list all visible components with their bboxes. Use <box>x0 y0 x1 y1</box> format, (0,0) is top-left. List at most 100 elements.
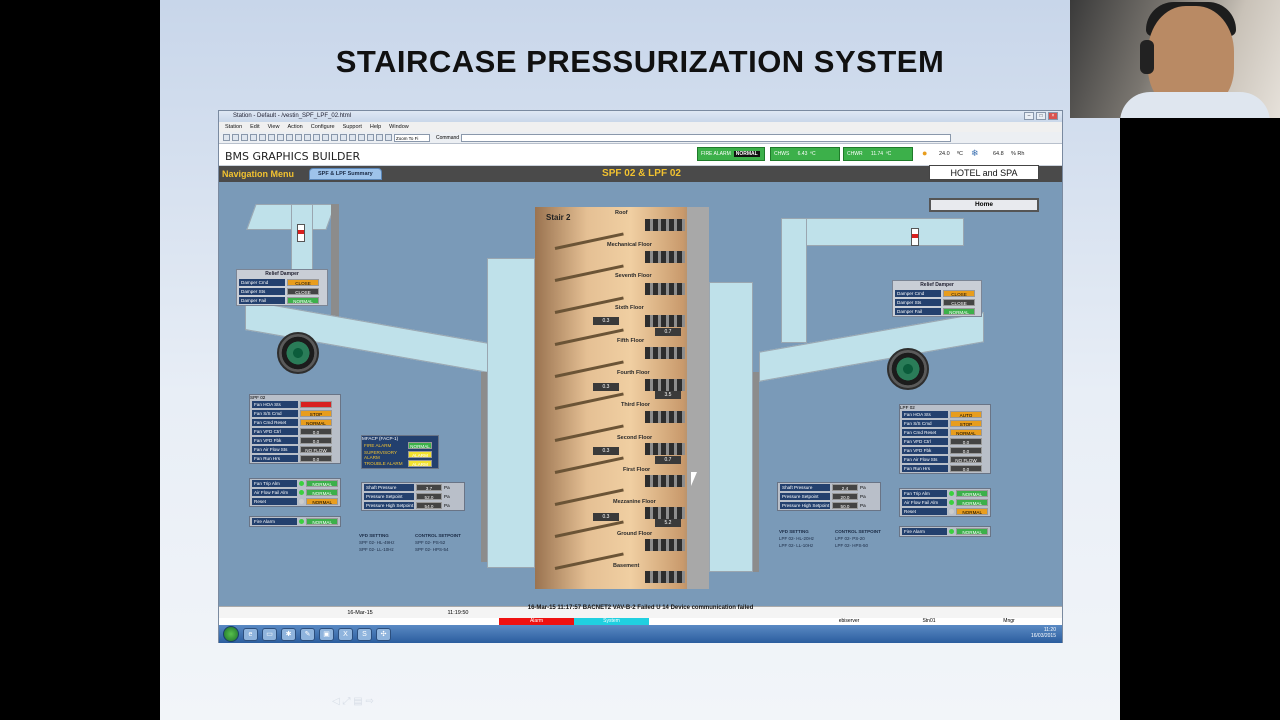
menu-support[interactable]: Support <box>343 122 362 132</box>
chws-indicator[interactable]: CHWS 6.43 ºC <box>770 147 840 161</box>
hotel-button[interactable]: HOTEL and SPA <box>929 165 1039 180</box>
forward-icon[interactable] <box>241 134 248 141</box>
panel-row[interactable]: Fire Alarm NORMAL <box>900 527 990 536</box>
panel-row[interactable]: Fan VFD Ctrl 0.0 <box>250 427 340 436</box>
alarm-category[interactable]: Alarm <box>499 618 574 625</box>
print-icon[interactable] <box>268 134 275 141</box>
maximize-button[interactable]: □ <box>1036 112 1046 120</box>
grid-icon[interactable] <box>322 134 329 141</box>
fire-alarm-indicator[interactable]: FIRE ALARM NORMAL <box>697 147 765 161</box>
pen-icon[interactable]: ✎ <box>300 627 315 641</box>
panel-row[interactable]: Damper Fail NORMAL <box>893 307 981 316</box>
pressure-sensor-fourth-right[interactable]: 3.5 <box>655 391 681 399</box>
row-value[interactable]: 52.0 <box>416 493 442 500</box>
panel-row[interactable]: Damper Sts CLOSE <box>237 287 327 296</box>
row-value[interactable]: 20.0 <box>832 493 858 500</box>
taskbar-clock[interactable]: 11:20 16/03/2015 <box>1031 627 1056 639</box>
cut-icon[interactable] <box>277 134 284 141</box>
panel-row[interactable]: Fan Cmd Reset NORMAL <box>900 428 990 437</box>
refresh-icon[interactable] <box>250 134 257 141</box>
panel-row[interactable]: Pressure High Setpoint 50.0 Pa <box>778 501 880 510</box>
panel-row[interactable]: Fan Air Flow Sts NO FLOW <box>900 455 990 464</box>
menu-view[interactable]: View <box>268 122 280 132</box>
home-icon[interactable] <box>223 134 230 141</box>
panel-row[interactable]: Fan Run Hrs 0.0 <box>900 464 990 473</box>
ie-icon[interactable]: e <box>243 627 258 641</box>
down-arrow-icon[interactable] <box>349 134 356 141</box>
panel-row[interactable]: Shaft Pressure 3.7 Pa <box>362 483 464 492</box>
up-arrow-icon[interactable] <box>340 134 347 141</box>
panel-row[interactable]: Fan S/S Cmd STOP <box>900 419 990 428</box>
zoom-select[interactable]: Zoom To Fi <box>394 133 430 142</box>
chwr-indicator[interactable]: CHWR 11.74 ºC <box>843 147 913 161</box>
panel-row[interactable]: Reset NORMAL <box>250 497 340 506</box>
copy-icon[interactable] <box>286 134 293 141</box>
row-value[interactable]: 50.0 <box>832 502 858 509</box>
system-category[interactable]: System <box>574 618 649 625</box>
row-value[interactable]: NORMAL <box>306 498 338 505</box>
pressure-sensor-fourth[interactable]: 0.3 <box>593 383 619 391</box>
start-button[interactable] <box>223 626 239 642</box>
panel-row[interactable]: Fire Alarm NORMAL <box>250 517 340 526</box>
delete-icon[interactable] <box>367 134 374 141</box>
row-value[interactable]: CLOSE <box>287 279 319 286</box>
panel-row[interactable]: Fan VFD Fbk 0.0 <box>900 446 990 455</box>
pressure-sensor-mezzanine-right[interactable]: 5.2 <box>655 519 681 527</box>
redo-icon[interactable] <box>313 134 320 141</box>
panel-row[interactable]: Fan VFD Ctrl 0.0 <box>900 437 990 446</box>
panel-row[interactable]: Fan Trip Alm NORMAL <box>900 489 990 498</box>
folder-icon[interactable]: ▭ <box>262 627 277 641</box>
menu-window[interactable]: Window <box>389 122 409 132</box>
panel-row[interactable]: Reset NORMAL <box>900 507 990 516</box>
minimize-button[interactable]: – <box>1024 112 1034 120</box>
panel-row[interactable]: Fan Run Hrs 0.0 <box>250 454 340 463</box>
panel-row[interactable]: Pressure High Setpoint 54.0 Pa <box>362 501 464 510</box>
excel-icon[interactable]: X <box>338 627 353 641</box>
panel-row[interactable]: Fan HOA Sts <box>250 400 340 409</box>
alarm-bell-icon[interactable] <box>385 134 392 141</box>
pressure-sensor-mezzanine[interactable]: 0.3 <box>593 513 619 521</box>
row-value[interactable]: STOP <box>300 410 332 417</box>
right-relief-damper-icon[interactable] <box>911 228 919 246</box>
row-value[interactable]: 0.0 <box>300 428 332 435</box>
panel-row[interactable]: Damper Cmd CLOSE <box>237 278 327 287</box>
terminal-icon[interactable]: ▣ <box>319 627 334 641</box>
panel-row[interactable]: TROUBLE ALARM ALARM <box>362 459 438 468</box>
menu-action[interactable]: Action <box>287 122 302 132</box>
panel-row[interactable]: Pressure Setpoint 52.0 Pa <box>362 492 464 501</box>
row-value[interactable]: NORMAL <box>950 429 982 436</box>
save-icon[interactable] <box>259 134 266 141</box>
menu-configure[interactable]: Configure <box>311 122 335 132</box>
pressure-sensor-sixth[interactable]: 0.3 <box>593 317 619 325</box>
panel-row[interactable]: Fan Trip Alm NORMAL <box>250 479 340 488</box>
close-button[interactable]: × <box>1048 112 1058 120</box>
panel-row[interactable]: Damper Fail NORMAL <box>237 296 327 305</box>
panel-row[interactable]: Shaft Pressure 2.4 Pa <box>778 483 880 492</box>
undo-icon[interactable] <box>304 134 311 141</box>
panel-row[interactable]: Fan HOA Sts AUTO <box>900 410 990 419</box>
paste-icon[interactable] <box>295 134 302 141</box>
command-input[interactable] <box>461 133 952 142</box>
lpf-fan-icon[interactable] <box>887 348 929 390</box>
row-value[interactable]: STOP <box>950 420 982 427</box>
row-value[interactable]: NORMAL <box>956 508 988 515</box>
spf-fan-icon[interactable] <box>277 332 319 374</box>
left-relief-damper-icon[interactable] <box>297 224 305 242</box>
slide-controls-icon[interactable]: ◁ ⤢ ▤ ⇨ <box>332 696 374 707</box>
pressure-sensor-second[interactable]: 0.3 <box>593 447 619 455</box>
panel-row[interactable]: Fan VFD Fbk 0.0 <box>250 436 340 445</box>
panel-row[interactable]: Fan S/S Cmd STOP <box>250 409 340 418</box>
tools-icon[interactable]: ✱ <box>281 627 296 641</box>
panel-row[interactable]: Fan Cmd Reset NORMAL <box>250 418 340 427</box>
pressure-sensor-sixth-right[interactable]: 0.7 <box>655 328 681 336</box>
back-icon[interactable] <box>232 134 239 141</box>
chart-icon[interactable] <box>331 134 338 141</box>
pressure-sensor-second-right[interactable]: 0.7 <box>655 456 681 464</box>
panel-row[interactable]: Air Flow Fail Alm NORMAL <box>900 498 990 507</box>
panel-row[interactable]: Pressure Setpoint 20.0 Pa <box>778 492 880 501</box>
skype-icon[interactable]: S <box>357 627 372 641</box>
menu-help[interactable]: Help <box>370 122 381 132</box>
home-button[interactable]: Home <box>929 198 1039 212</box>
row-value[interactable]: 54.0 <box>416 502 442 509</box>
panel-row[interactable]: Air Flow Fail Alm NORMAL <box>250 488 340 497</box>
